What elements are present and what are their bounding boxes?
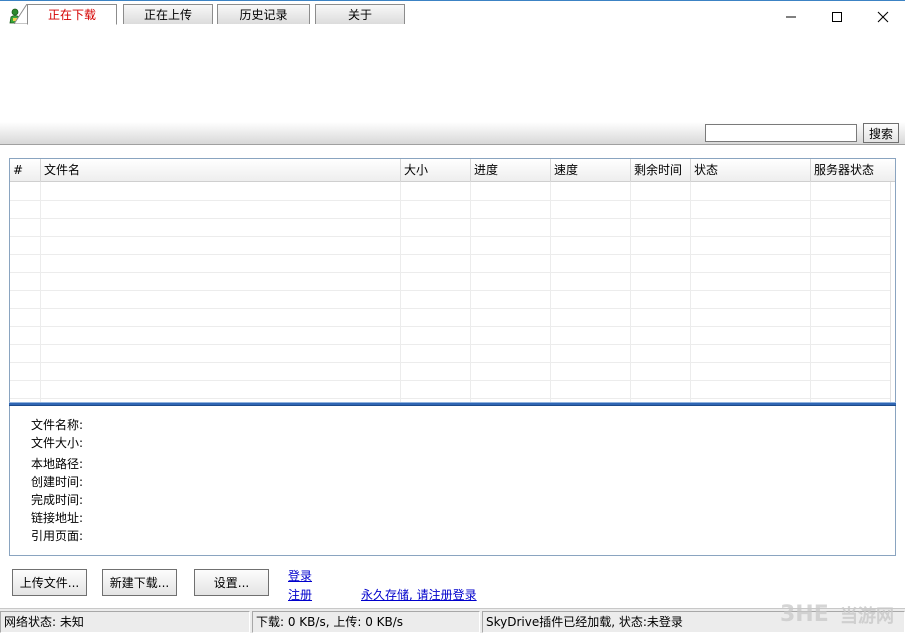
- column-status[interactable]: 状态: [691, 159, 811, 182]
- app-window: 米人 正在下载 正在上传 历史记录 关于 搜索 # 文件名 大小 进度 速度 剩…: [0, 0, 905, 633]
- watermark-logo: 3HE 当游网: [780, 595, 900, 629]
- column-remaining-time[interactable]: 剩余时间: [631, 159, 691, 182]
- new-download-button[interactable]: 新建下载...: [102, 569, 177, 596]
- list-header: # 文件名 大小 进度 速度 剩余时间 状态 服务器状态: [10, 159, 895, 182]
- login-link[interactable]: 登录: [288, 567, 312, 584]
- grid-line: [630, 182, 631, 402]
- watermark-text: 当游网: [840, 606, 894, 627]
- tab-uploading[interactable]: 正在上传: [123, 4, 213, 24]
- grid-line: [10, 398, 890, 399]
- svg-text:3HE: 3HE: [780, 602, 829, 627]
- maximize-button[interactable]: [814, 1, 860, 33]
- grid-line: [10, 308, 890, 309]
- grid-line: [550, 182, 551, 402]
- column-index[interactable]: #: [10, 159, 41, 182]
- upload-file-button[interactable]: 上传文件...: [12, 569, 87, 596]
- search-button[interactable]: 搜索: [863, 123, 899, 143]
- grid-line: [10, 200, 890, 201]
- grid-line: [10, 362, 890, 363]
- column-server-status[interactable]: 服务器状态: [811, 159, 895, 182]
- register-promo-link[interactable]: 永久存储, 请注册登录: [361, 586, 477, 603]
- close-button[interactable]: [860, 1, 905, 33]
- minimize-icon: [786, 16, 796, 18]
- close-icon: [877, 11, 889, 23]
- detail-link-address-label: 链接地址:: [31, 511, 84, 525]
- column-filename[interactable]: 文件名: [41, 159, 401, 182]
- grid-line: [10, 218, 890, 219]
- column-progress[interactable]: 进度: [471, 159, 551, 182]
- detail-created-time-label: 创建时间:: [31, 475, 84, 489]
- network-status: 网络状态: 未知: [0, 611, 250, 633]
- grid-line: [470, 182, 471, 402]
- detail-completed-time-label: 完成时间:: [31, 493, 84, 507]
- grid-line: [810, 182, 811, 402]
- detail-file-name-label: 文件名称:: [31, 418, 84, 432]
- grid-line: [10, 326, 890, 327]
- grid-line: [690, 182, 691, 402]
- grid-line: [400, 182, 401, 402]
- tab-edge: [14, 4, 28, 24]
- tab-about[interactable]: 关于: [315, 4, 405, 24]
- grid-line: [10, 380, 890, 381]
- maximize-icon: [832, 12, 842, 22]
- list-body[interactable]: [10, 182, 895, 402]
- grid-line: [10, 272, 890, 273]
- status-bar: 网络状态: 未知 下载: 0 KB/s, 上传: 0 KB/s SkyDrive…: [0, 608, 905, 633]
- detail-referer-page-label: 引用页面:: [31, 529, 84, 543]
- grid-line: [10, 236, 890, 237]
- grid-line: [10, 254, 890, 255]
- search-input[interactable]: [705, 124, 857, 142]
- detail-file-size-label: 文件大小:: [31, 436, 84, 450]
- column-size[interactable]: 大小: [401, 159, 471, 182]
- minimize-button[interactable]: [768, 1, 814, 33]
- grid-line: [10, 290, 890, 291]
- download-list[interactable]: # 文件名 大小 进度 速度 剩余时间 状态 服务器状态: [9, 158, 896, 403]
- grid-line: [10, 344, 890, 345]
- grid-line: [890, 182, 891, 402]
- tab-history[interactable]: 历史记录: [217, 4, 310, 24]
- details-panel: 文件名称: 文件大小: 本地路径: 创建时间: 完成时间: 链接地址: 引用页面…: [9, 406, 896, 556]
- register-link[interactable]: 注册: [288, 586, 312, 603]
- transfer-speed-status: 下载: 0 KB/s, 上传: 0 KB/s: [252, 611, 480, 633]
- column-speed[interactable]: 速度: [551, 159, 631, 182]
- settings-button[interactable]: 设置...: [194, 569, 269, 596]
- grid-line: [40, 182, 41, 402]
- detail-local-path-label: 本地路径:: [31, 457, 84, 471]
- tab-downloading[interactable]: 正在下载: [27, 4, 117, 25]
